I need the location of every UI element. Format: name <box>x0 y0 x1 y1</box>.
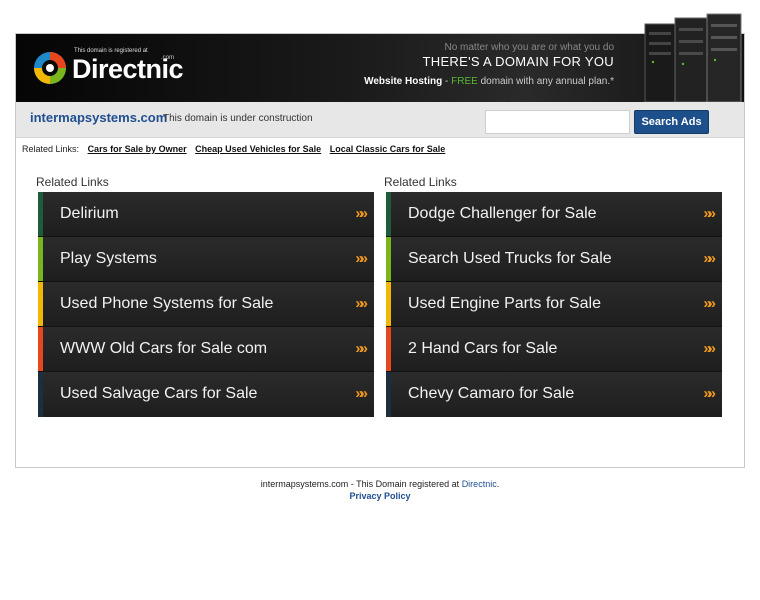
tagline-separator: - <box>442 76 452 87</box>
link-row[interactable]: Used Salvage Cars for Sale »» <box>38 372 374 417</box>
footer-line: intermapsystems.com - This Domain regist… <box>0 478 760 490</box>
row-stripe <box>386 372 391 417</box>
link-label: WWW Old Cars for Sale com <box>60 340 268 357</box>
double-chevron-icon: »» <box>703 205 716 222</box>
related-link-cheap-used-vehicles[interactable]: Cheap Used Vehicles for Sale <box>195 144 321 154</box>
domain-name: intermapsystems.com <box>30 110 168 125</box>
link-label: Used Phone Systems for Sale <box>60 295 274 312</box>
link-label: Used Engine Parts for Sale <box>408 295 601 312</box>
double-chevron-icon: »» <box>703 250 716 267</box>
link-label: Chevy Camaro for Sale <box>408 385 575 402</box>
link-label: Used Salvage Cars for Sale <box>60 385 258 402</box>
double-chevron-icon: »» <box>355 295 368 312</box>
footer-period: . <box>496 479 500 489</box>
footer: intermapsystems.com - This Domain regist… <box>0 478 760 502</box>
link-row[interactable]: WWW Old Cars for Sale com »» <box>38 327 374 372</box>
page-frame: This domain is registered at Directnic .… <box>15 13 745 468</box>
directnic-banner[interactable]: This domain is registered at Directnic .… <box>16 13 744 102</box>
row-stripe <box>38 372 43 417</box>
double-chevron-icon: »» <box>355 340 368 357</box>
link-label: 2 Hand Cars for Sale <box>408 340 558 357</box>
link-label: Play Systems <box>60 250 157 267</box>
link-row[interactable]: Dodge Challenger for Sale »» <box>386 192 722 237</box>
right-links-column: Dodge Challenger for Sale »» Search Used … <box>386 192 722 417</box>
link-row[interactable]: Delirium »» <box>38 192 374 237</box>
double-chevron-icon: »» <box>355 205 368 222</box>
row-stripe <box>386 282 391 326</box>
row-stripe <box>38 192 43 236</box>
link-row[interactable]: Search Used Trucks for Sale »» <box>386 237 722 282</box>
double-chevron-icon: »» <box>703 340 716 357</box>
link-label: Delirium <box>60 205 119 222</box>
tagline-1: No matter who you are or what you do <box>444 42 614 53</box>
brand-suffix: .com <box>161 55 175 61</box>
link-label: Dodge Challenger for Sale <box>408 205 597 222</box>
left-links-column: Delirium »» Play Systems »» Used Phone Sys… <box>38 192 374 417</box>
domain-bar: intermapsystems.com This domain is under… <box>16 102 744 138</box>
row-stripe <box>386 192 391 236</box>
double-chevron-icon: »» <box>703 385 716 402</box>
double-chevron-icon: »» <box>355 385 368 402</box>
link-row[interactable]: 2 Hand Cars for Sale »» <box>386 327 722 372</box>
link-row[interactable]: Used Engine Parts for Sale »» <box>386 282 722 327</box>
related-links-label: Related Links: <box>22 144 80 154</box>
directnic-logo-icon <box>34 52 66 84</box>
related-link-local-classic-cars[interactable]: Local Classic Cars for Sale <box>330 144 446 154</box>
tagline-rest: domain with any annual plan.* <box>477 76 614 87</box>
row-stripe <box>38 327 43 371</box>
row-stripe <box>38 282 43 326</box>
tagline-3: Website Hosting - FREE domain with any a… <box>364 76 614 87</box>
link-row[interactable]: Used Phone Systems for Sale »» <box>38 282 374 327</box>
link-label: Search Used Trucks for Sale <box>408 250 612 267</box>
footer-directnic-link[interactable]: Directnic <box>462 479 497 489</box>
hosting-label: Website Hosting <box>364 76 443 87</box>
row-stripe <box>38 237 43 281</box>
double-chevron-icon: »» <box>355 250 368 267</box>
tagline-2: THERE'S A DOMAIN FOR YOU <box>422 54 614 69</box>
left-column-title: Related Links <box>36 175 109 189</box>
free-label: FREE <box>451 76 478 87</box>
link-row[interactable]: Chevy Camaro for Sale »» <box>386 372 722 417</box>
search-input[interactable] <box>485 110 630 134</box>
double-chevron-icon: »» <box>703 295 716 312</box>
row-stripe <box>386 237 391 281</box>
row-stripe <box>386 327 391 371</box>
search-ads-button[interactable]: Search Ads <box>634 110 709 134</box>
related-links-bar: Related Links: Cars for Sale by Owner Ch… <box>22 144 445 154</box>
related-link-cars-by-owner[interactable]: Cars for Sale by Owner <box>88 144 187 154</box>
right-column-title: Related Links <box>384 175 457 189</box>
construction-notice: This domain is under construction <box>163 113 313 124</box>
link-row[interactable]: Play Systems »» <box>38 237 374 282</box>
footer-text: intermapsystems.com - This Domain regist… <box>260 479 462 489</box>
privacy-policy-link[interactable]: Privacy Policy <box>349 491 410 501</box>
server-rack-icon <box>644 13 742 102</box>
